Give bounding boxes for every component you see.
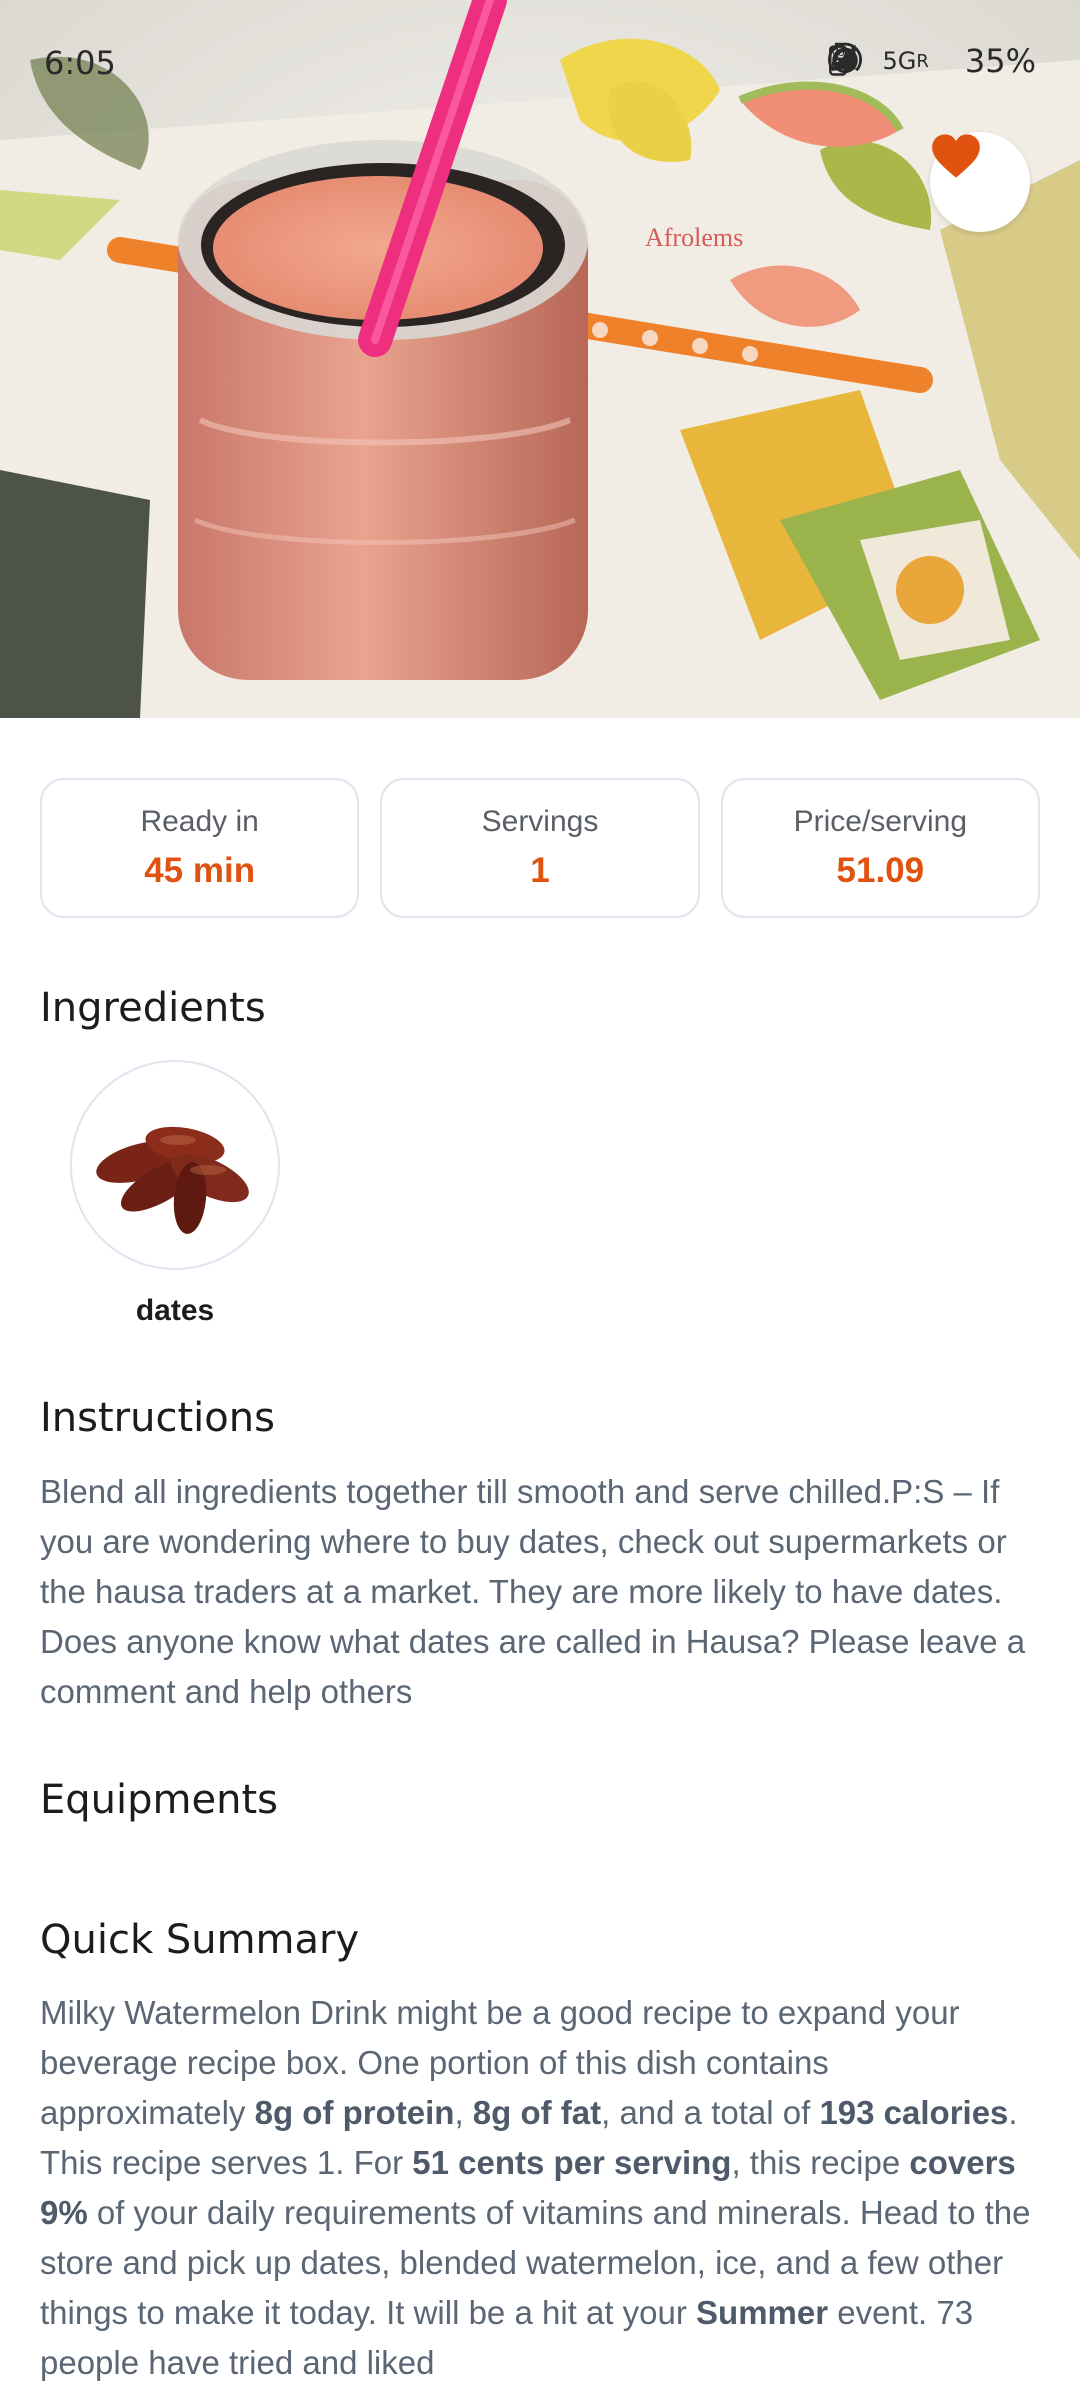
battery-percent: 35% (964, 42, 1036, 80)
status-bar: 6:05 VoLTE 5GR 35% (0, 0, 1080, 120)
summary-calories: 193 calories (819, 2094, 1009, 2131)
stat-label: Servings (481, 805, 599, 838)
stat-price-per-serving: Price/serving 51.09 (720, 778, 1040, 918)
summary-cost: 51 cents per serving (412, 2144, 732, 2181)
heart-icon (932, 134, 980, 178)
status-time: 6:05 (44, 44, 116, 82)
recipe-detail-screen: Afrolems 6:05 VoLTE 5GR (0, 0, 1080, 2400)
quick-summary-title: Quick Summary (40, 1917, 360, 1963)
recipe-hero-image: Afrolems 6:05 VoLTE 5GR (0, 0, 1080, 718)
quick-summary-text: Milky Watermelon Drink might be a good r… (40, 1994, 1031, 2381)
signal-5g-icon: 5G R (830, 44, 929, 75)
instructions-text: Blend all ingredients together till smoo… (40, 1473, 1026, 1710)
instructions-title: Instructions (40, 1395, 275, 1441)
summary-fat: 8g of fat (472, 2094, 602, 2131)
stat-value: 45 min (144, 851, 256, 890)
ingredient-item[interactable]: dates (68, 1060, 282, 1328)
favorite-button[interactable] (930, 132, 1030, 232)
dates-image (96, 1126, 249, 1234)
ingredients-title: Ingredients (40, 985, 266, 1031)
recipe-stats: Ready in 45 min Servings 1 Price/serving… (40, 778, 1040, 918)
stat-value: 51.09 (836, 851, 925, 890)
stat-label: Price/serving (793, 805, 968, 838)
watermark-text: Afrolems (645, 223, 743, 252)
stat-ready-in: Ready in 45 min (40, 778, 360, 918)
stat-servings: Servings 1 (380, 778, 700, 918)
stat-value: 1 (530, 851, 550, 890)
ingredient-name: dates (135, 1294, 215, 1327)
status-icons: VoLTE 5GR 35% (828, 42, 1036, 80)
ingredient-image (70, 1060, 280, 1270)
summary-occasion: Summer (696, 2294, 829, 2331)
stat-label: Ready in (140, 805, 259, 838)
summary-protein: 8g of protein (254, 2094, 455, 2131)
equipments-title: Equipments (40, 1777, 278, 1823)
